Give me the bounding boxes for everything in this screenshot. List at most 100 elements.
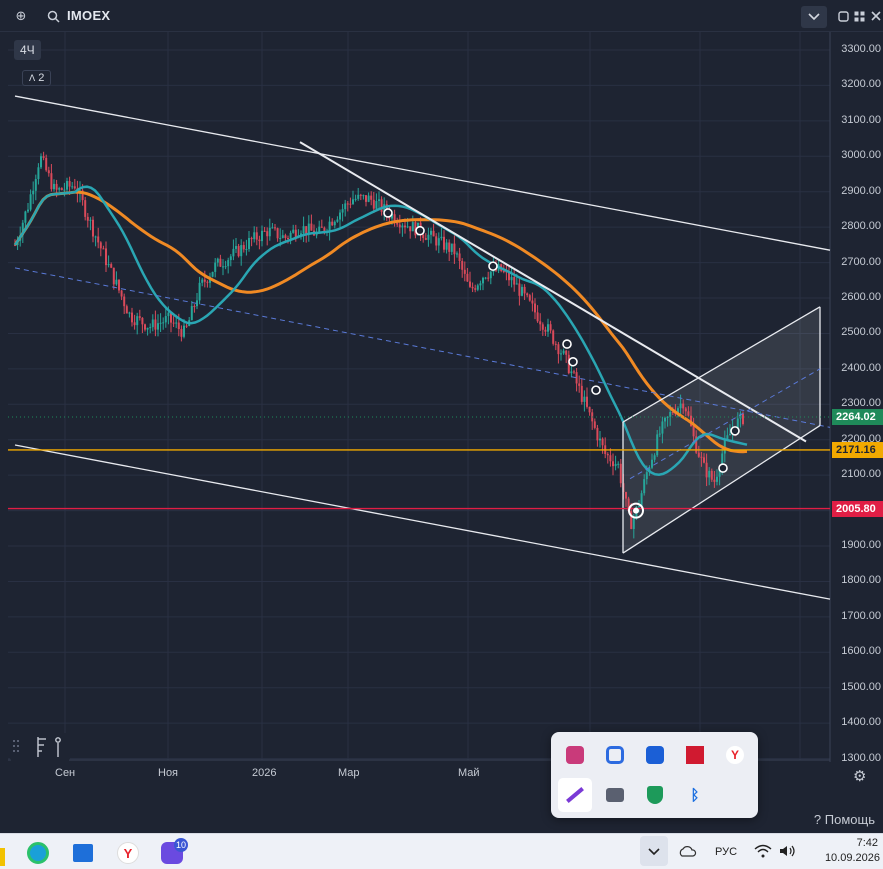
top-toolbar: ⊕ IMOEX bbox=[0, 0, 883, 32]
candle-body bbox=[713, 479, 716, 482]
add-icon[interactable]: ⊕ bbox=[12, 7, 30, 25]
yandex-browser-icon[interactable]: Y bbox=[116, 841, 140, 865]
candle-body bbox=[138, 316, 141, 318]
price-tag: 2171.16 bbox=[832, 441, 883, 458]
candle-body bbox=[333, 221, 336, 226]
candle-body bbox=[289, 232, 292, 239]
help-icon: ? bbox=[813, 812, 822, 827]
tray-app-3-icon[interactable] bbox=[638, 738, 672, 772]
store-icon[interactable] bbox=[71, 841, 95, 865]
volume-icon[interactable] bbox=[778, 844, 796, 863]
candle-body bbox=[700, 456, 703, 458]
app-window: ⊕ IMOEX 4Ч ᐱ 2 3300.003200.003100.003 bbox=[0, 0, 883, 869]
help-link[interactable]: ? Помощь bbox=[814, 812, 875, 827]
time-axis-tick: Май bbox=[458, 767, 480, 779]
candle-body bbox=[157, 323, 159, 330]
candle-body bbox=[133, 322, 136, 326]
candle-body bbox=[422, 234, 425, 238]
gear-icon[interactable]: ⚙ bbox=[853, 767, 866, 785]
candle-body bbox=[541, 324, 544, 330]
price-chart[interactable] bbox=[0, 32, 883, 794]
candle-body bbox=[258, 239, 261, 242]
candle-body bbox=[742, 413, 744, 424]
tray-app-1-icon[interactable] bbox=[558, 738, 592, 772]
tray-app-7-icon[interactable] bbox=[598, 778, 632, 812]
candle-body bbox=[726, 435, 729, 439]
time-axis-tick: Ноя bbox=[158, 767, 179, 779]
candle-body bbox=[380, 199, 383, 212]
tray-overflow-flyout: Y ᛒ bbox=[551, 732, 758, 818]
candle-body bbox=[222, 266, 224, 268]
signal-marker bbox=[718, 463, 728, 473]
indicators-toggle[interactable]: ᐱ 2 bbox=[22, 70, 52, 86]
clock-date[interactable]: 10.09.2026 bbox=[810, 852, 880, 864]
candle-body bbox=[40, 156, 42, 168]
candle-body bbox=[656, 434, 659, 456]
candle-body bbox=[318, 226, 321, 232]
timeframe-button[interactable]: 4Ч bbox=[14, 40, 41, 60]
candle-body bbox=[284, 235, 287, 239]
signal-marker bbox=[568, 356, 578, 367]
tray-expand-button[interactable] bbox=[640, 836, 668, 866]
candle-body bbox=[710, 470, 713, 480]
candle-body bbox=[159, 322, 162, 324]
candle-body bbox=[45, 157, 48, 171]
candle-body bbox=[487, 277, 490, 279]
candle-body bbox=[401, 225, 404, 228]
symbol-dropdown-button[interactable] bbox=[801, 6, 827, 28]
candle-body bbox=[645, 472, 648, 480]
candle-body bbox=[632, 516, 635, 529]
symbol-label[interactable]: IMOEX bbox=[67, 8, 110, 23]
candle-body bbox=[479, 283, 482, 286]
clock-time[interactable]: 7:42 bbox=[838, 837, 878, 849]
price-axis-tick: 2700.00 bbox=[841, 255, 881, 268]
candle-body bbox=[456, 253, 458, 255]
candle-body bbox=[703, 457, 705, 463]
candle-body bbox=[601, 438, 604, 446]
candle-body bbox=[560, 353, 562, 355]
candle-body bbox=[245, 248, 248, 250]
candle-body bbox=[396, 222, 399, 225]
yandex-icon[interactable]: Y bbox=[718, 738, 752, 772]
close-icon[interactable] bbox=[867, 7, 883, 25]
candle-body bbox=[115, 279, 118, 285]
bluetooth-icon[interactable]: ᛒ bbox=[678, 778, 712, 812]
candle-body bbox=[240, 245, 243, 257]
candle-body bbox=[276, 228, 279, 239]
candle-body bbox=[94, 236, 97, 238]
candle-body bbox=[203, 279, 206, 282]
grid-layout-icon[interactable] bbox=[850, 7, 868, 25]
tray-app-2-icon[interactable] bbox=[598, 738, 632, 772]
candle-body bbox=[588, 406, 591, 413]
candle-body bbox=[352, 199, 354, 204]
candle-body bbox=[42, 156, 45, 158]
candle-body bbox=[242, 245, 245, 250]
candle-body bbox=[149, 327, 152, 329]
amd-icon[interactable] bbox=[678, 738, 712, 772]
candle-body bbox=[440, 236, 443, 239]
search-icon[interactable] bbox=[44, 7, 62, 25]
candle-body bbox=[86, 216, 89, 221]
candle-body bbox=[328, 221, 331, 232]
drawing-tools-panel[interactable] bbox=[10, 733, 70, 761]
wifi-icon[interactable] bbox=[754, 844, 772, 863]
candle-body bbox=[404, 225, 406, 228]
candle-body bbox=[97, 236, 100, 243]
candle-body bbox=[552, 330, 555, 344]
weather-icon[interactable] bbox=[678, 844, 698, 863]
candle-body bbox=[357, 194, 360, 199]
candle-body bbox=[84, 200, 87, 217]
candle-body bbox=[146, 327, 149, 330]
security-icon[interactable] bbox=[638, 778, 672, 812]
candle-body bbox=[274, 227, 276, 229]
candle-body bbox=[365, 195, 367, 202]
edge-icon[interactable] bbox=[26, 841, 50, 865]
price-axis-tick: 2900.00 bbox=[841, 184, 881, 197]
language-indicator[interactable]: РУС bbox=[715, 846, 737, 858]
candle-body bbox=[523, 286, 526, 294]
candle-body bbox=[570, 371, 573, 374]
pen-icon[interactable] bbox=[558, 778, 592, 812]
candle-body bbox=[539, 321, 542, 325]
candle-body bbox=[638, 506, 640, 508]
candle-body bbox=[708, 470, 711, 478]
